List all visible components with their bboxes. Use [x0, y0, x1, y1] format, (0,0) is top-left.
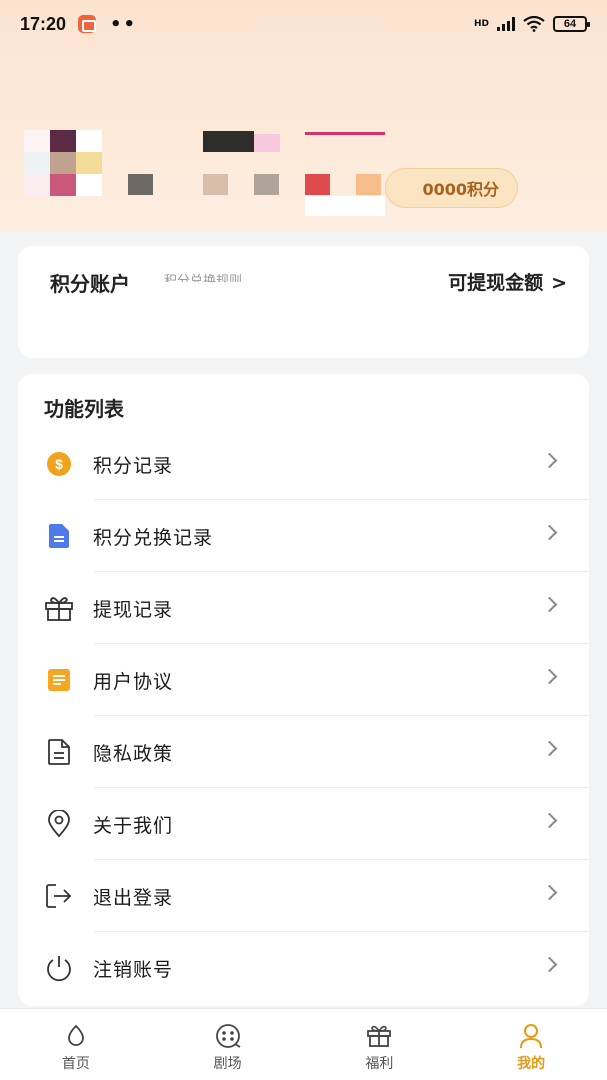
wifi-icon	[523, 16, 545, 32]
points-account-card: 积分账户 积分兑换规则 可提现金额 >	[18, 246, 589, 358]
menu-item-label: 积分兑换记录	[93, 526, 214, 549]
status-bar: 17:20 •• HD 64	[0, 0, 607, 48]
chevron-right-icon	[541, 956, 558, 973]
tab-label: 福利	[365, 1056, 394, 1072]
points-balance: 0000积分	[422, 180, 499, 199]
signal-icon	[497, 17, 515, 31]
battery-level: 64	[563, 18, 577, 30]
menu-item-label: 关于我们	[93, 814, 174, 837]
menu-item-label: 提现记录	[93, 598, 174, 621]
file-icon	[44, 737, 74, 767]
gift-icon	[44, 593, 74, 623]
theater-icon	[215, 1024, 241, 1048]
chevron-right-icon	[541, 596, 558, 613]
function-list-card: 功能列表 $ 积分记录 积分兑换记录 提现记录 用户协议 隐私政策 关于我们 退…	[18, 374, 589, 1006]
menu-item-delete-account[interactable]: 注销账号	[18, 932, 589, 1004]
points-balance-pill[interactable]: 0000积分	[385, 168, 518, 208]
location-icon	[44, 809, 74, 839]
menu-item-about-us[interactable]: 关于我们	[18, 788, 589, 860]
chevron-right-icon	[541, 668, 558, 685]
points-rule-link[interactable]: 积分兑换规则	[164, 272, 242, 282]
menu-item-label: 退出登录	[93, 886, 174, 909]
tab-label: 首页	[61, 1056, 90, 1072]
chevron-right-icon: >	[551, 272, 567, 294]
document-icon	[44, 521, 74, 551]
gift-icon	[367, 1025, 392, 1047]
app-notification-icon	[78, 15, 97, 33]
chevron-right-icon	[541, 452, 558, 469]
avatar[interactable]	[24, 130, 102, 196]
more-notifications-icon: ••	[110, 13, 138, 35]
network-type: HD	[473, 18, 489, 29]
battery-icon: 64	[553, 16, 590, 32]
withdrawable-amount-label: 可提现金额	[448, 272, 544, 294]
points-account-title: 积分账户	[50, 272, 130, 296]
tab-label: 我的	[517, 1056, 546, 1072]
note-icon	[44, 665, 74, 695]
tab-theater[interactable]: 剧场	[152, 1009, 304, 1080]
menu-item-exchange-record[interactable]: 积分兑换记录	[18, 500, 589, 572]
user-icon	[520, 1024, 543, 1049]
svg-text:$: $	[55, 456, 63, 472]
chevron-right-icon	[541, 812, 558, 829]
power-icon	[44, 953, 74, 983]
tab-welfare[interactable]: 福利	[304, 1009, 456, 1080]
menu-item-label: 用户协议	[93, 670, 174, 693]
bottom-tab-bar: 首页 剧场 福利 我的	[0, 1008, 607, 1080]
menu-item-logout[interactable]: 退出登录	[18, 860, 589, 932]
menu-item-label: 注销账号	[93, 958, 174, 981]
chevron-right-icon	[541, 740, 558, 757]
home-icon	[67, 1024, 84, 1046]
logout-icon	[44, 881, 74, 911]
menu-item-label: 隐私政策	[93, 742, 174, 765]
status-time: 17:20	[20, 13, 67, 34]
menu-item-points-record[interactable]: $ 积分记录	[18, 428, 589, 500]
chevron-right-icon	[541, 884, 558, 901]
profile-header: 17:20 •• HD 64 0000积分	[0, 0, 607, 232]
tab-label: 剧场	[213, 1056, 242, 1072]
tab-mine[interactable]: 我的	[455, 1009, 607, 1080]
menu-item-label: 积分记录	[93, 454, 174, 477]
menu-item-privacy-policy[interactable]: 隐私政策	[18, 716, 589, 788]
function-list-title: 功能列表	[44, 397, 124, 421]
menu-item-user-agreement[interactable]: 用户协议	[18, 644, 589, 716]
tab-home[interactable]: 首页	[0, 1009, 152, 1080]
withdrawable-amount-link[interactable]: 可提现金额 >	[448, 268, 567, 295]
coin-icon: $	[44, 449, 74, 479]
chevron-right-icon	[541, 524, 558, 541]
menu-item-withdraw-record[interactable]: 提现记录	[18, 572, 589, 644]
